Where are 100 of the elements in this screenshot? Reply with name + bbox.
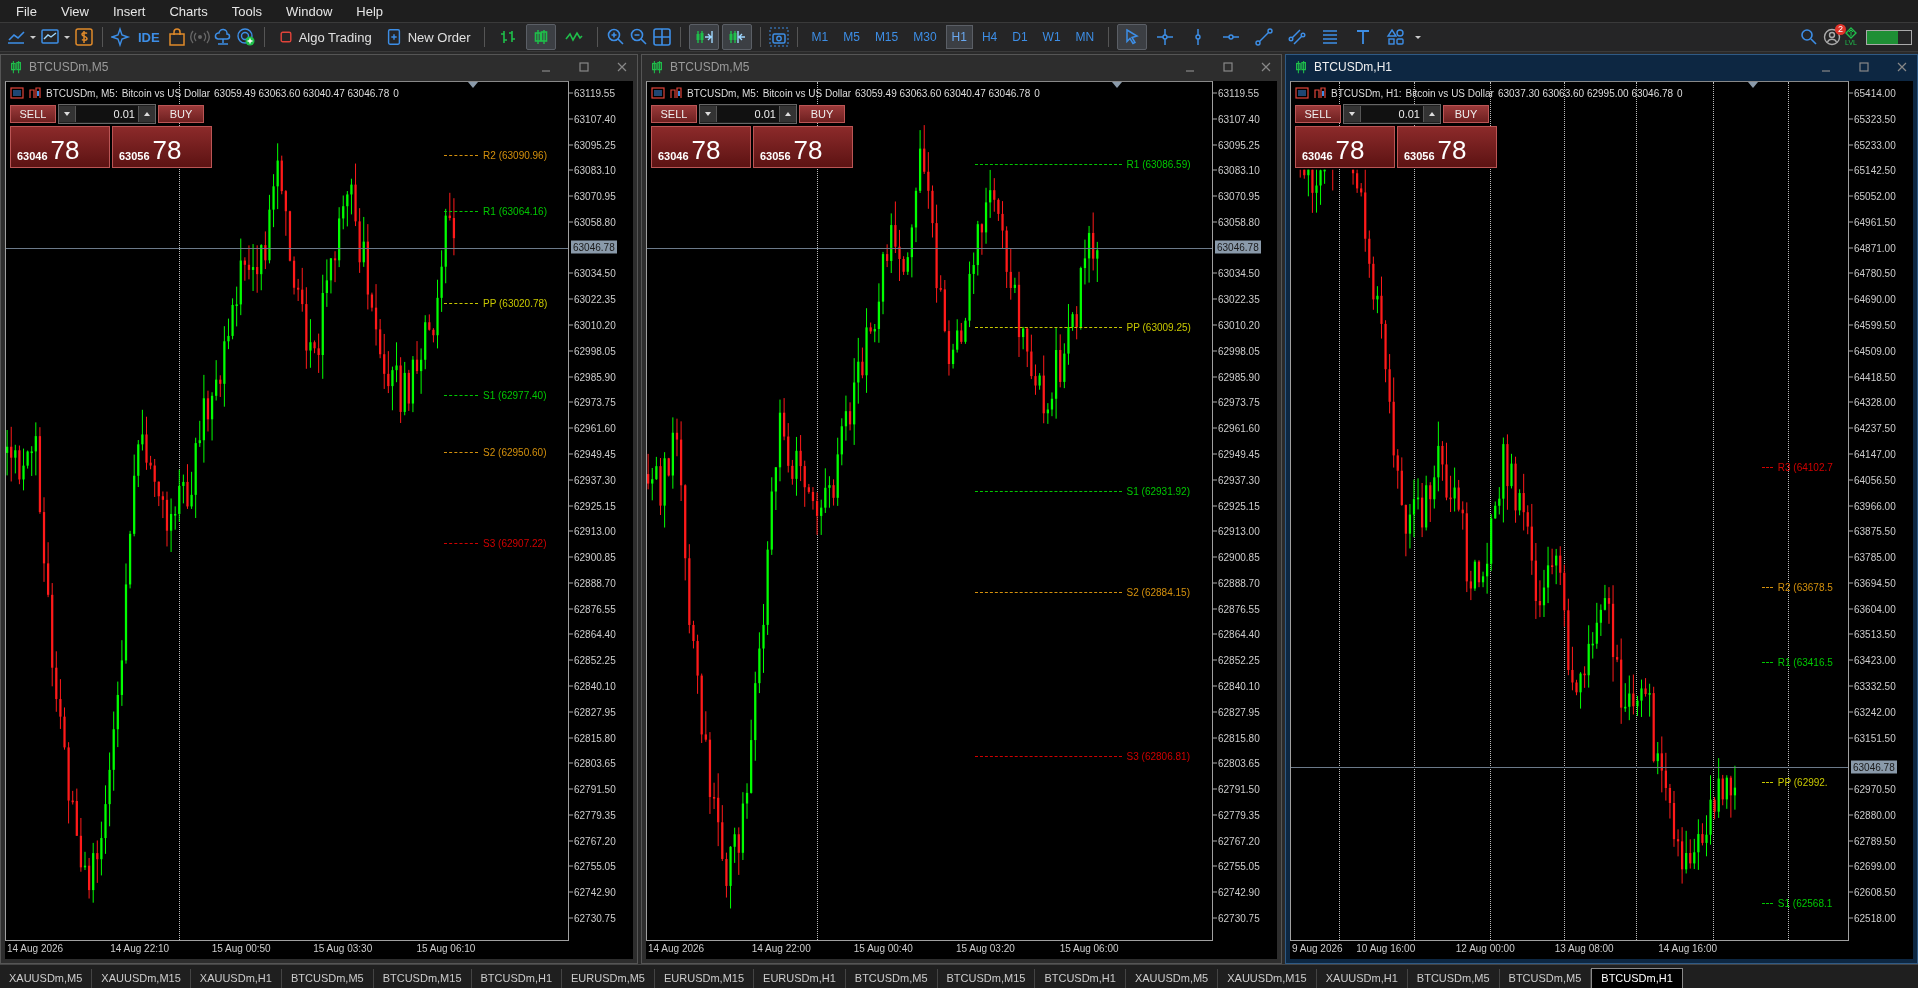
price-axis-label: 62973.75 xyxy=(1213,396,1260,408)
timeframe-button[interactable]: M1 xyxy=(805,25,835,49)
menu-item[interactable]: View xyxy=(48,3,101,19)
price-axis-label: 63034.50 xyxy=(569,267,616,279)
price-axis-label: 63095.25 xyxy=(569,139,616,151)
pivot-label: S1 (62568.1 xyxy=(1777,897,1833,909)
ask-price-button[interactable]: 63056 78 xyxy=(112,126,212,168)
chart-tab[interactable]: BTCUSDm,M15 xyxy=(937,969,1036,988)
chart-tab[interactable]: XAUUSDm,H1 xyxy=(1316,969,1408,988)
price-axis-label: 63070.95 xyxy=(1213,190,1260,202)
price-axis-label: 64147.00 xyxy=(1849,448,1896,460)
price-axis-label: 63966.00 xyxy=(1849,500,1896,511)
menu-item[interactable]: Tools xyxy=(219,3,275,19)
ask-price-button[interactable]: 63056 78 xyxy=(753,126,853,168)
price-axis-label: 62876.55 xyxy=(1213,603,1260,615)
ide-button[interactable]: IDE xyxy=(134,29,164,45)
timeframe-button[interactable]: M15 xyxy=(868,25,905,49)
price-axis-label: 63151.50 xyxy=(1849,732,1896,744)
algo-trading-button[interactable]: Algo Trading xyxy=(272,26,377,48)
price-axis-label: 62840.10 xyxy=(1213,680,1260,692)
buy-button[interactable]: BUY xyxy=(1443,105,1489,123)
lot-size-field[interactable]: 0.01 xyxy=(699,104,797,124)
sell-button[interactable]: SELL xyxy=(10,105,56,123)
price-axis-label: 62767.20 xyxy=(569,835,616,847)
pivot-label: PP (62992. xyxy=(1777,776,1828,788)
price-axis-label: 62815.80 xyxy=(1213,732,1260,744)
pivot-label: S3 (62806.81) xyxy=(1126,750,1190,762)
price-axis-label: 64780.50 xyxy=(1849,267,1896,279)
timeframe-button[interactable]: D1 xyxy=(1006,25,1034,49)
price-axis-label: 63107.40 xyxy=(1213,113,1260,125)
chart-tab[interactable]: EURUSDm,M5 xyxy=(562,969,655,988)
chart-tab[interactable]: EURUSDm,H1 xyxy=(754,969,846,988)
price-axis-label: 62767.20 xyxy=(1213,835,1260,847)
chart-tab[interactable]: XAUUSDm,M5 xyxy=(0,969,93,988)
menu-item[interactable]: Window xyxy=(274,3,345,19)
timeframe-button[interactable]: M30 xyxy=(907,25,943,49)
price-axis-label: 63034.50 xyxy=(1213,267,1260,279)
chart-tab[interactable]: BTCUSDm,M5 xyxy=(845,969,938,988)
chart-tab[interactable]: XAUUSDm,H1 xyxy=(190,969,282,988)
pivot-label: R2 (63090.96) xyxy=(483,149,547,160)
bid-price-button[interactable]: 63046 78 xyxy=(651,126,751,168)
price-axis-label: 65233.00 xyxy=(1849,139,1896,151)
price-axis-label: 63242.00 xyxy=(1849,706,1896,718)
price-axis-label: 62900.85 xyxy=(1213,551,1260,563)
chart-tab[interactable]: BTCUSDm,M5 xyxy=(1407,969,1500,988)
chart-tab[interactable]: BTCUSDm,M15 xyxy=(373,969,472,988)
menu-item[interactable]: Insert xyxy=(100,3,158,19)
price-axis-label: 64418.50 xyxy=(1849,371,1896,383)
price-axis-label: 62970.50 xyxy=(1849,783,1896,795)
price-axis-label: 62791.50 xyxy=(1213,783,1260,795)
chart-tab[interactable]: BTCUSDm,H1 xyxy=(471,969,563,988)
time-axis-label: 14 Aug 2026 xyxy=(648,943,705,954)
menu-item[interactable]: File xyxy=(4,3,49,19)
lot-size-field[interactable]: 0.01 xyxy=(1343,104,1441,124)
symbol-description: Bitcoin vs US Dollar xyxy=(121,87,211,99)
pivot-label: S2 (62950.60) xyxy=(483,446,547,458)
price-axis-label: 62730.75 xyxy=(569,912,616,924)
window-title: BTCUSDm,M5 xyxy=(29,60,110,74)
time-axis-label: 13 Aug 08:00 xyxy=(1554,943,1614,954)
price-axis-label: 62880.00 xyxy=(1849,809,1896,821)
price-axis-label: 62998.05 xyxy=(569,345,616,357)
chart-tab[interactable]: XAUUSDm,M5 xyxy=(1125,969,1219,988)
time-axis-label: 15 Aug 00:50 xyxy=(211,943,271,954)
menu-item[interactable]: Help xyxy=(344,3,396,19)
price-axis-label: 63694.50 xyxy=(1849,577,1896,589)
buy-button[interactable]: BUY xyxy=(799,105,845,123)
bid-price-button[interactable]: 63046 78 xyxy=(1295,126,1395,168)
menu-item[interactable]: Charts xyxy=(157,3,220,19)
price-axis-label: 63423.00 xyxy=(1849,654,1896,666)
price-axis-label: 63875.50 xyxy=(1849,525,1896,537)
price-axis-label: 62518.00 xyxy=(1849,912,1896,924)
chart-tab[interactable]: EURUSDm,M15 xyxy=(655,969,755,988)
new-order-button[interactable]: New Order xyxy=(379,25,476,49)
pivot-label: R2 (63678.5 xyxy=(1777,581,1833,593)
buy-button[interactable]: BUY xyxy=(158,105,204,123)
pivot-label: R1 (63416.5 xyxy=(1777,656,1833,668)
chart-tab[interactable]: XAUUSDm,M15 xyxy=(1218,969,1317,988)
price-axis-label: 62925.15 xyxy=(1213,500,1260,511)
sell-button[interactable]: SELL xyxy=(651,105,697,123)
price-axis-label: 63010.20 xyxy=(569,319,616,331)
symbol-label: BTCUSDm, H1: xyxy=(1331,87,1402,99)
price-axis-label: 63785.00 xyxy=(1849,551,1896,563)
timeframe-button[interactable]: MN xyxy=(1069,25,1101,49)
timeframe-button[interactable]: H4 xyxy=(975,25,1004,49)
timeframe-button[interactable]: H1 xyxy=(945,25,973,49)
chart-tab[interactable]: BTCUSDm,H1 xyxy=(1591,968,1683,988)
sell-button[interactable]: SELL xyxy=(1295,105,1341,123)
price-axis-label: 62852.25 xyxy=(1213,654,1260,666)
price-axis-label: 63107.40 xyxy=(569,113,616,125)
symbol-label: BTCUSDm, M5: xyxy=(46,87,118,99)
lot-size-field[interactable]: 0.01 xyxy=(58,104,156,124)
bid-price-button[interactable]: 63046 78 xyxy=(10,126,110,168)
chart-tab[interactable]: BTCUSDm,H1 xyxy=(1035,969,1126,988)
price-axis-label: 64871.00 xyxy=(1849,242,1896,254)
timeframe-button[interactable]: W1 xyxy=(1036,25,1067,49)
chart-tab[interactable]: BTCUSDm,M5 xyxy=(281,969,374,988)
timeframe-button[interactable]: M5 xyxy=(837,25,866,49)
ask-price-button[interactable]: 63056 78 xyxy=(1397,126,1497,168)
price-axis-label: 65052.00 xyxy=(1849,190,1896,202)
chart-tab[interactable]: XAUUSDm,M15 xyxy=(92,969,191,988)
